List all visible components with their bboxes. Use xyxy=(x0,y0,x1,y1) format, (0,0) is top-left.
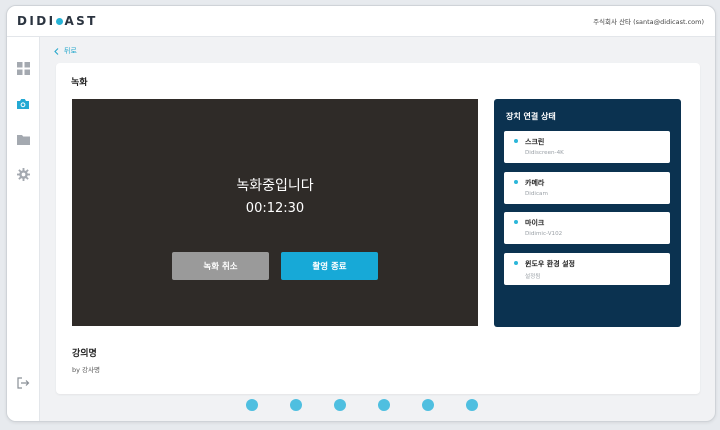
dashboard-icon xyxy=(16,61,30,75)
device-item-window-settings[interactable]: 윈도우 환경 설정 설정됨 xyxy=(504,253,670,285)
sidebar-item-recording[interactable] xyxy=(15,96,31,112)
page-dot[interactable] xyxy=(290,399,302,411)
cancel-recording-button[interactable]: 녹화 취소 xyxy=(172,252,269,280)
sidebar-item-settings[interactable] xyxy=(15,166,31,182)
device-item-screen[interactable]: 스크린 Didiscreen-4K xyxy=(504,131,670,163)
page-dot[interactable] xyxy=(378,399,390,411)
logout-button[interactable] xyxy=(15,375,31,391)
logo[interactable]: DIDI AST xyxy=(17,14,98,28)
device-item-mic[interactable]: 마이크 Didimic-V102 xyxy=(504,212,670,244)
top-bar: DIDI AST 주식회사 산타 (santa@didicast.com) xyxy=(7,6,715,37)
status-dot xyxy=(514,139,518,143)
recording-timer: 00:12:30 xyxy=(245,201,305,216)
sidebar xyxy=(7,37,40,421)
device-detail: Didimic-V102 xyxy=(525,231,563,237)
page-dot[interactable] xyxy=(466,399,478,411)
back-link[interactable]: 뒤로 xyxy=(54,46,77,56)
status-dot xyxy=(514,220,518,224)
device-item-camera[interactable]: 카메라 Didicam xyxy=(504,172,670,204)
page-title: 녹화 xyxy=(71,78,88,88)
device-name: 카메라 xyxy=(525,179,545,187)
device-detail: 설정됨 xyxy=(525,274,541,280)
status-dot xyxy=(514,180,518,184)
gear-icon xyxy=(16,167,30,181)
device-name: 스크린 xyxy=(525,138,545,146)
back-label: 뒤로 xyxy=(64,47,77,55)
camera-icon xyxy=(17,99,29,109)
video-preview: 녹화중입니다 00:12:30 녹화 취소 촬영 종료 xyxy=(72,99,478,326)
lecturer-name: by 강사명 xyxy=(72,366,100,374)
device-panel-title: 장치 연결 상태 xyxy=(506,112,556,121)
device-name: 마이크 xyxy=(525,219,545,227)
folder-icon xyxy=(16,134,30,145)
logo-dot xyxy=(56,17,64,25)
logo-text-right: AST xyxy=(64,14,98,28)
main-content: 뒤로 녹화 녹화중입니다 00:12:30 녹화 취소 촬영 종료 장치 연결 … xyxy=(40,37,715,421)
device-name: 윈도우 환경 설정 xyxy=(525,260,575,268)
device-detail: Didiscreen-4K xyxy=(525,150,564,156)
page-dot[interactable] xyxy=(334,399,346,411)
end-recording-button[interactable]: 촬영 종료 xyxy=(281,252,378,280)
app-window: DIDI AST 주식회사 산타 (santa@didicast.com) 뒤로… xyxy=(6,5,716,422)
account-info[interactable]: 주식회사 산타 (santa@didicast.com) xyxy=(593,16,704,26)
status-dot xyxy=(514,261,518,265)
course-title: 강의명 xyxy=(72,349,97,359)
page-dot[interactable] xyxy=(422,399,434,411)
sidebar-item-files[interactable] xyxy=(15,131,31,147)
logo-text-left: DIDI xyxy=(17,14,56,28)
pagination-dots xyxy=(246,399,478,411)
recording-card: 녹화 녹화중입니다 00:12:30 녹화 취소 촬영 종료 장치 연결 상태 … xyxy=(56,63,700,394)
device-status-panel: 장치 연결 상태 스크린 Didiscreen-4K 카메라 Didicam 마… xyxy=(494,99,681,327)
page-dot[interactable] xyxy=(246,399,258,411)
recording-status: 녹화중입니다 xyxy=(236,178,314,194)
chevron-left-icon xyxy=(54,47,59,55)
sidebar-item-dashboard[interactable] xyxy=(15,60,31,76)
logout-icon xyxy=(16,377,29,389)
device-detail: Didicam xyxy=(525,191,548,197)
